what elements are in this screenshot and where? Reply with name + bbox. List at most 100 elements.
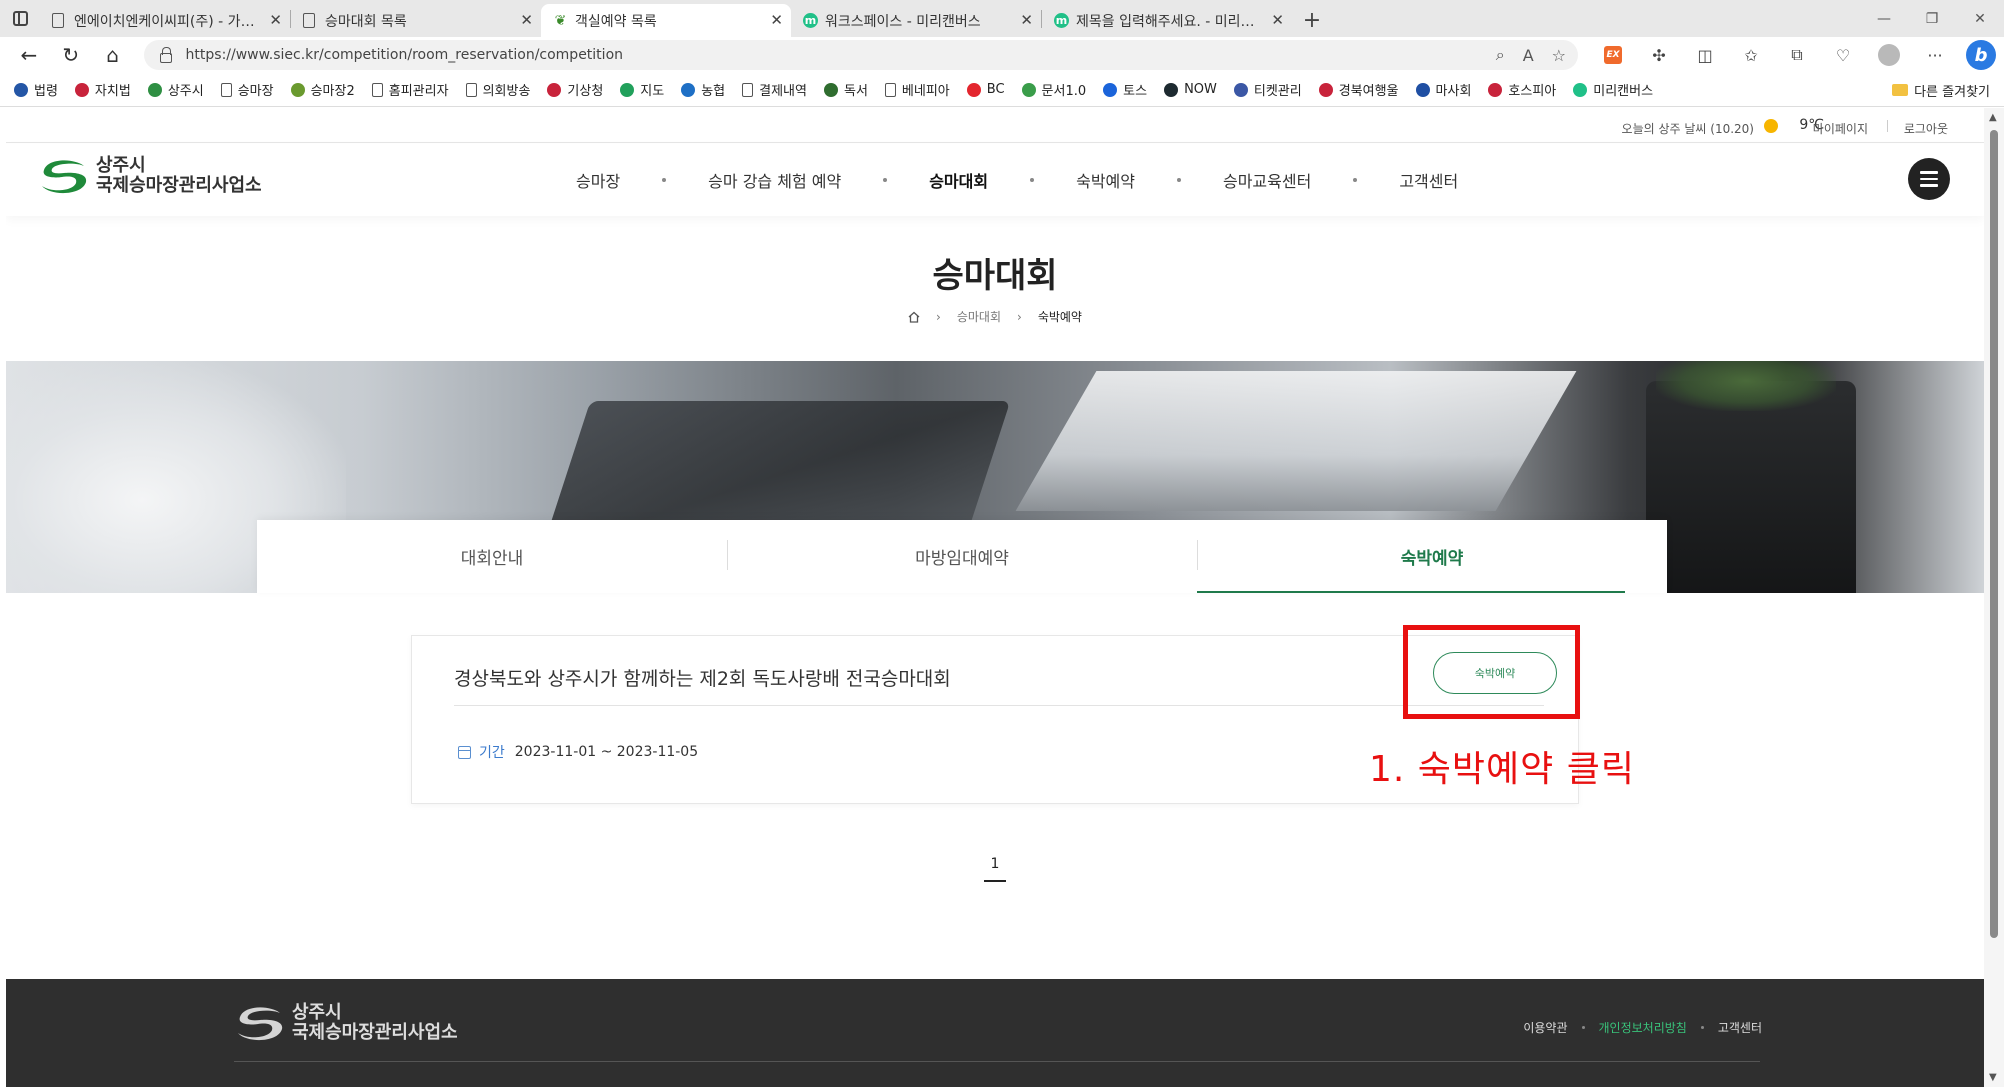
home-icon[interactable] [908, 311, 920, 323]
customer-center-link[interactable]: 고객센터 [1718, 1019, 1762, 1036]
nav-item[interactable]: 고객센터 [1399, 168, 1458, 192]
bookmark-favicon-icon [1488, 82, 1503, 97]
performance-icon[interactable]: ♡ [1820, 37, 1866, 73]
site-logo[interactable]: 상주시 국제승마장관리사업소 [38, 156, 262, 196]
breadcrumb-arrow-icon: › [936, 309, 941, 324]
minimize-icon[interactable]: — [1860, 0, 1908, 37]
sub-tabs: 대회안내 마방임대예약 숙박예약 [257, 520, 1667, 593]
menu-icon[interactable] [1908, 158, 1950, 200]
close-icon[interactable]: ✕ [770, 11, 783, 29]
bookmark-favicon-icon [884, 82, 896, 97]
bookmark-favicon-icon [966, 82, 981, 97]
bookmark-item[interactable]: 자치법 [74, 80, 131, 99]
favorite-star-icon[interactable]: ☆ [1552, 46, 1566, 65]
tab-lodging-reservation[interactable]: 숙박예약 [1197, 520, 1667, 593]
miricanvas-icon: m [1054, 13, 1069, 28]
competition-title[interactable]: 경상북도와 상주시가 함께하는 제2회 독도사랑배 전국승마대회 [454, 664, 951, 691]
bookmark-item[interactable]: 결제내역 [742, 80, 807, 99]
bookmark-favicon-icon [465, 82, 477, 97]
browser-tab[interactable]: 승마대회 목록 ✕ [291, 4, 541, 37]
tab-actions-icon[interactable] [0, 0, 40, 37]
period-value: 2023-11-01 ~ 2023-11-05 [514, 744, 699, 760]
scroll-up-icon[interactable]: ▲ [1989, 112, 1997, 123]
more-icon[interactable]: ··· [1912, 37, 1958, 73]
bookmark-item[interactable]: 기상청 [547, 80, 603, 99]
bookmark-item[interactable]: 농협 [681, 80, 725, 99]
bookmark-item[interactable]: 경북여행울 [1318, 80, 1399, 99]
bookmark-item[interactable]: 승마장 [220, 80, 274, 99]
page-number-current[interactable]: 1 [984, 856, 1006, 882]
browser-tab[interactable]: m 제목을 입력해주세요. - 미리캔버 ✕ [1042, 4, 1292, 37]
nav-separator [1353, 178, 1358, 182]
nav-item[interactable]: 승마장 [576, 168, 620, 192]
browser-tab[interactable]: m 워크스페이스 - 미리캔버스 ✕ [791, 4, 1041, 37]
nav-separator [883, 178, 888, 182]
bookmark-item[interactable]: 독서 [823, 80, 868, 99]
nav-item[interactable]: 승마대회 [929, 168, 988, 192]
page-icon [52, 13, 64, 28]
bookmark-item[interactable]: NOW [1164, 82, 1217, 97]
bookmark-item[interactable]: 상주시 [147, 80, 204, 99]
close-icon[interactable]: ✕ [269, 11, 282, 29]
bookmark-item[interactable]: 미리캔버스 [1573, 80, 1653, 99]
bookmark-item[interactable]: BC [966, 82, 1005, 97]
profile-avatar[interactable] [1866, 37, 1912, 73]
privacy-policy-link[interactable]: 개인정보처리방침 [1599, 1019, 1687, 1036]
restore-icon[interactable]: ❐ [1908, 0, 1956, 37]
calendar-icon [458, 745, 471, 759]
nav-separator [1030, 178, 1035, 182]
bookmark-item[interactable]: 지도 [620, 80, 664, 99]
bing-icon[interactable]: b [1958, 37, 2004, 73]
browser-tab-active[interactable]: ❦ 객실예약 목록 ✕ [541, 4, 791, 37]
bookmark-item[interactable]: 승마장2 [290, 80, 355, 99]
weather-text: 오늘의 상주 날씨 (10.20) [1621, 122, 1754, 136]
collections-icon[interactable]: ⧉ [1774, 37, 1820, 73]
extension-icon[interactable]: EX [1590, 37, 1636, 73]
read-aloud-icon[interactable]: A [1523, 46, 1534, 65]
close-icon[interactable]: ✕ [1271, 11, 1284, 29]
address-toolbar: ← ↻ ⌂ https://www.siec.kr/competition/ro… [0, 37, 2004, 73]
bookmark-favicon-icon [14, 82, 28, 97]
tab-competition-info[interactable]: 대회안내 [257, 520, 727, 593]
new-tab-icon[interactable]: + [1292, 4, 1332, 37]
split-screen-icon[interactable]: ◫ [1682, 37, 1728, 73]
mypage-link[interactable]: 마이페이지 [1813, 120, 1868, 137]
bookmark-item[interactable]: 마사회 [1415, 80, 1471, 99]
logout-link[interactable]: 로그아웃 [1904, 120, 1948, 137]
bookmark-item[interactable]: 토스 [1103, 80, 1147, 99]
breadcrumb-item[interactable]: 승마대회 [957, 308, 1001, 325]
site-header: 상주시 국제승마장관리사업소 승마장 승마 강습 체험 예약 승마대회 숙박예약 승마교… [6, 144, 1984, 216]
home-icon[interactable]: ⌂ [92, 37, 134, 73]
nav-item[interactable]: 숙박예약 [1076, 168, 1135, 192]
bookmark-item[interactable]: 호스피아 [1488, 80, 1556, 99]
nav-item[interactable]: 승마 강습 체험 예약 [708, 168, 841, 192]
bookmark-item[interactable]: 의회방송 [465, 80, 530, 99]
bookmarks-bar: 법령 자치법 상주시 승마장 승마장2 홈피관리자 의회방송 기상청 지도 농협 결제내역 독서 베네피… [0, 73, 2004, 107]
address-input[interactable]: https://www.siec.kr/competition/room_res… [143, 40, 1579, 70]
extensions-puzzle-icon[interactable]: ✣ [1636, 37, 1682, 73]
bookmark-favicon-icon [1233, 82, 1248, 97]
bookmark-favicon-icon [371, 82, 383, 97]
close-icon[interactable]: ✕ [520, 11, 533, 29]
close-window-icon[interactable]: ✕ [1956, 0, 2004, 37]
scrollbar[interactable]: ▲ ▼ [1984, 108, 2004, 1087]
scroll-down-icon[interactable]: ▼ [1989, 1072, 1997, 1083]
back-icon[interactable]: ← [8, 37, 50, 73]
scrollbar-thumb[interactable] [1990, 130, 1998, 938]
nav-item[interactable]: 승마교육센터 [1223, 168, 1311, 192]
bookmark-item[interactable]: 홈피관리자 [371, 80, 449, 99]
close-icon[interactable]: ✕ [1020, 11, 1033, 29]
page-icon [303, 13, 315, 28]
browser-tab[interactable]: 엔에이치엔케이씨피(주) - 가명정 ✕ [40, 4, 290, 37]
refresh-icon[interactable]: ↻ [50, 37, 92, 73]
bookmark-favicon-icon [1415, 82, 1430, 97]
favorites-icon[interactable]: ✩ [1728, 37, 1774, 73]
bookmark-item[interactable]: 문서1.0 [1021, 80, 1086, 99]
zoom-icon[interactable]: ⌕ [1496, 45, 1505, 65]
bookmark-item[interactable]: 베네피아 [884, 80, 950, 99]
terms-link[interactable]: 이용약관 [1523, 1019, 1567, 1036]
tab-stable-rental[interactable]: 마방임대예약 [727, 520, 1197, 593]
bookmark-item[interactable]: 법령 [14, 80, 58, 99]
other-bookmarks[interactable]: 다른 즐겨찾기 [1892, 73, 1990, 107]
bookmark-item[interactable]: 티켓관리 [1233, 80, 1302, 99]
